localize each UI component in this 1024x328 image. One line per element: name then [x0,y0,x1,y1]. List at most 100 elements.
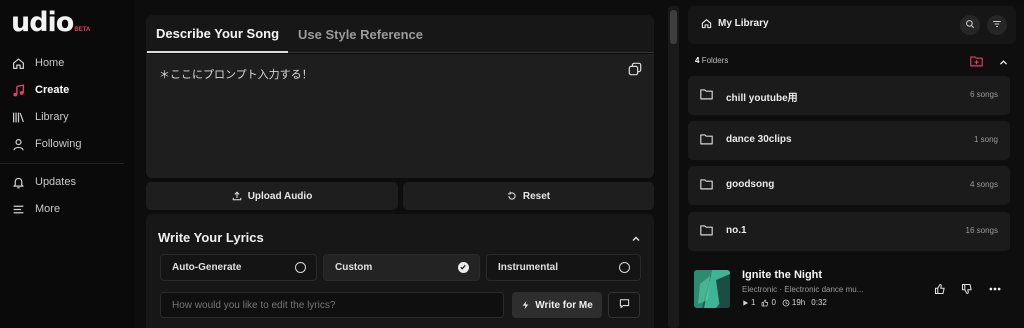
folder-icon [700,224,713,236]
write-for-me-label: Write for Me [535,299,593,311]
beta-badge: BETA [74,27,91,33]
lyrics-option-instrumental[interactable]: Instrumental [486,254,641,281]
udio-logo[interactable]: udio BETA [11,7,91,38]
library-search-button[interactable] [960,15,980,35]
folder-item[interactable]: dance 30clips 1 song [688,121,1010,160]
option-label: Custom [335,262,373,273]
thumbs-down-icon[interactable] [961,282,973,300]
lyrics-edit-input[interactable]: How would you like to edit the lyrics? [160,292,504,318]
library-title: My Library [718,18,769,29]
folder-item[interactable]: chill youtube用 6 songs [688,76,1010,115]
library-panel: My Library 4 Folders chill youtube用 6 so… [688,6,1024,328]
folder-name: chill youtube用 [726,93,798,104]
folder-icon [700,88,713,100]
chevron-up-icon[interactable] [998,55,1009,73]
thumbs-up-icon[interactable] [934,282,946,300]
song-cover-art[interactable] [694,270,730,308]
menu-icon [11,202,25,216]
sidebar-item-more[interactable]: More [11,199,60,219]
scrollbar-thumb[interactable] [670,10,677,44]
folder-name: goodsong [726,179,775,190]
radio-icon [619,262,630,273]
create-panel: Describe Your Song Use Style Reference ＊… [146,15,654,328]
folder-item[interactable]: no.1 16 songs [688,212,1010,251]
add-folder-icon[interactable] [970,54,983,72]
sidebar: udio BETA Home Create Library Following … [0,0,134,328]
reset-button[interactable]: Reset [403,182,654,210]
sidebar-item-home[interactable]: Home [11,53,64,73]
song-duration: 0:32 [811,298,827,307]
music-note-icon [11,83,25,97]
prompt-textarea[interactable]: ＊ここにプロンプト入力する！ [146,54,654,178]
folders-count-label: 4 Folders [695,56,728,65]
lyrics-option-auto-generate[interactable]: Auto-Generate [160,254,317,281]
age-value: 19h [791,298,806,307]
bell-icon [11,175,25,189]
prompt-tabs: Describe Your Song Use Style Reference [146,15,654,53]
option-label: Auto-Generate [172,262,242,273]
library-filter-button[interactable] [987,15,1007,35]
home-icon [11,56,25,70]
song-title[interactable]: Ignite the Night [742,269,822,281]
upload-audio-button[interactable]: Upload Audio [146,182,398,210]
sidebar-item-label: More [35,203,61,215]
search-icon [965,16,975,34]
chat-icon [619,296,630,314]
home-icon [701,18,712,29]
play-icon [743,299,749,306]
radio-icon [295,262,306,273]
copy-icon[interactable] [628,62,642,76]
lyrics-title: Write Your Lyrics [158,230,264,245]
plays-value: 1 [751,298,756,307]
filter-icon [992,16,1002,34]
song-row[interactable]: Ignite the Night Electronic · Electronic… [688,260,1016,328]
folder-song-count: 4 songs [969,180,998,189]
tab-use-style-reference[interactable]: Use Style Reference [298,15,423,53]
reset-label: Reset [522,190,551,202]
library-header: My Library [688,6,1016,44]
chat-button[interactable] [608,292,640,318]
likes-value: 0 [771,298,776,307]
upload-audio-label: Upload Audio [247,190,313,202]
sidebar-item-create[interactable]: Create [11,80,69,100]
play-count: 1 [742,298,755,307]
reset-icon [507,191,517,201]
folder-name: no.1 [726,225,747,236]
song-genre[interactable]: Electronic · Electronic dance mu... [742,285,902,294]
more-options-icon[interactable] [988,282,1002,300]
tab-describe-your-song[interactable]: Describe Your Song [147,15,288,53]
folder-item[interactable]: goodsong 4 songs [688,166,1010,205]
option-label: Instrumental [498,262,559,273]
folder-icon [700,133,713,145]
logo-text: udio [11,7,74,38]
folder-song-count: 16 songs [965,226,998,235]
chevron-up-icon[interactable] [630,232,642,244]
sidebar-item-following[interactable]: Following [11,134,81,154]
check-circle-icon [458,262,469,273]
sidebar-divider [0,163,124,164]
sidebar-item-label: Following [35,138,82,150]
folders-label: Folders [701,56,729,65]
lightning-icon [521,300,530,310]
folder-icon [700,178,713,190]
lyrics-input-placeholder: How would you like to edit the lyrics? [172,299,336,311]
my-library-link[interactable]: My Library [701,18,769,29]
lyrics-option-custom[interactable]: Custom [323,254,480,281]
like-count: 0 [761,298,776,307]
main-scrollbar[interactable] [668,6,679,328]
clock-icon [782,299,790,306]
upload-icon [232,191,242,201]
sidebar-item-library[interactable]: Library [11,107,69,127]
prompt-text: ＊ここにプロンプト入力する！ [159,69,313,81]
library-icon [11,110,25,124]
write-for-me-button[interactable]: Write for Me [512,292,602,318]
thumbs-up-icon [762,299,769,306]
folders-count: 4 [695,56,700,65]
sidebar-item-label: Home [35,57,65,69]
folder-song-count: 6 songs [969,90,998,99]
sidebar-item-label: Create [35,84,70,96]
sidebar-item-label: Updates [35,176,76,188]
folder-name: dance 30clips [726,134,792,145]
person-icon [11,137,25,151]
sidebar-item-updates[interactable]: Updates [11,172,76,192]
